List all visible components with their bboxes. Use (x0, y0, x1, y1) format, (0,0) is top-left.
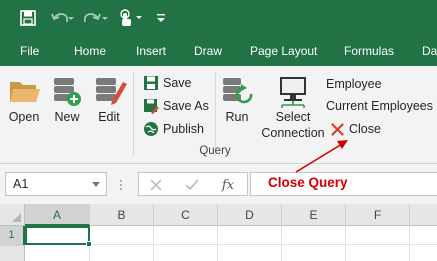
formula-buttons: fx (138, 172, 248, 196)
touch-mode-icon[interactable] (116, 0, 146, 36)
tab-home[interactable]: Home (74, 36, 106, 66)
tab-formulas[interactable]: Formulas (344, 36, 394, 66)
customize-qat-icon[interactable] (152, 0, 170, 36)
cell-d1[interactable] (218, 226, 282, 245)
current-employees-item[interactable]: Current Employees (326, 96, 433, 116)
globe-icon (144, 122, 158, 136)
run-label: Run (225, 110, 249, 124)
cell-b1[interactable] (90, 226, 154, 245)
save-icon[interactable] (14, 0, 42, 36)
open-button[interactable]: Open (4, 66, 44, 146)
save-query-button[interactable]: Save (143, 73, 192, 93)
select-label: Select (275, 110, 311, 124)
column-header-c[interactable]: C (154, 204, 218, 226)
close-label: Close (349, 122, 381, 136)
formula-bar: A1 fx Close Query (0, 164, 437, 204)
open-label: Open (8, 110, 40, 124)
cell-c1[interactable] (154, 226, 218, 245)
row-header-2[interactable] (0, 245, 25, 261)
close-icon (331, 122, 344, 136)
edit-button[interactable]: Edit (90, 66, 128, 146)
select-connection-button[interactable]: Select Connection (258, 66, 328, 146)
column-header-d[interactable]: D (218, 204, 282, 226)
menu-bar: File Home Insert Draw Page Layout Formul… (0, 36, 437, 66)
enter-icon[interactable] (181, 175, 203, 195)
edit-database-icon (90, 74, 128, 108)
cell-a2[interactable] (25, 245, 90, 261)
new-database-icon (48, 74, 86, 108)
annotation-label: Close Query (268, 175, 348, 190)
ribbon: Open New Edit Save Save As Publish Run S… (0, 66, 437, 164)
cancel-icon[interactable] (145, 175, 167, 195)
cell-g1[interactable] (410, 226, 437, 245)
cell-e2[interactable] (282, 245, 346, 261)
save-icon (144, 76, 158, 90)
ribbon-separator (133, 72, 134, 156)
column-header-f[interactable]: F (346, 204, 410, 226)
quick-access-toolbar (0, 0, 437, 36)
save-as-icon (144, 99, 159, 114)
insert-function-button[interactable]: fx (217, 175, 239, 195)
redo-icon[interactable] (82, 0, 112, 36)
save-label: Save (163, 76, 192, 90)
fill-handle[interactable] (86, 241, 92, 247)
column-header-e[interactable]: E (282, 204, 346, 226)
column-header-a[interactable]: A (25, 204, 90, 226)
name-box-value: A1 (13, 177, 29, 191)
cell-d2[interactable] (218, 245, 282, 261)
undo-icon[interactable] (48, 0, 78, 36)
connection-label: Connection (261, 126, 325, 140)
edit-label: Edit (98, 110, 120, 124)
select-all-button[interactable] (0, 204, 25, 226)
chevron-down-icon[interactable] (92, 182, 100, 187)
resize-handle[interactable] (120, 178, 122, 190)
query-group-label: Query (199, 145, 231, 157)
run-query-icon (218, 74, 256, 108)
cell-e1[interactable] (282, 226, 346, 245)
cell-f1[interactable] (346, 226, 410, 245)
publish-label: Publish (163, 122, 204, 136)
column-header-g[interactable] (410, 204, 437, 226)
save-as-label: Save As (163, 99, 209, 113)
save-as-button[interactable]: Save As (143, 96, 209, 116)
computer-network-icon (258, 74, 328, 108)
employee-label: Employee (326, 77, 382, 91)
publish-button[interactable]: Publish (143, 119, 204, 139)
select-all-triangle-icon (12, 213, 21, 222)
name-box[interactable]: A1 (5, 172, 107, 196)
tab-page-layout[interactable]: Page Layout (250, 36, 317, 66)
close-button[interactable]: Close (330, 119, 381, 139)
cell-b2[interactable] (90, 245, 154, 261)
column-header-b[interactable]: B (90, 204, 154, 226)
tab-data[interactable]: Dat (422, 36, 437, 66)
current-employees-label: Current Employees (326, 99, 433, 113)
tab-file[interactable]: File (20, 36, 39, 66)
cell-c2[interactable] (154, 245, 218, 261)
row-header-1[interactable]: 1 (0, 226, 25, 245)
tab-draw[interactable]: Draw (194, 36, 222, 66)
run-button[interactable]: Run (218, 66, 256, 146)
active-cell-a1[interactable] (25, 226, 90, 245)
cell-f2[interactable] (346, 245, 410, 261)
employee-item[interactable]: Employee (326, 74, 382, 94)
tab-insert[interactable]: Insert (136, 36, 166, 66)
new-label: New (54, 110, 80, 124)
folder-open-icon (4, 74, 44, 108)
new-button[interactable]: New (48, 66, 86, 146)
ribbon-separator (215, 72, 216, 156)
